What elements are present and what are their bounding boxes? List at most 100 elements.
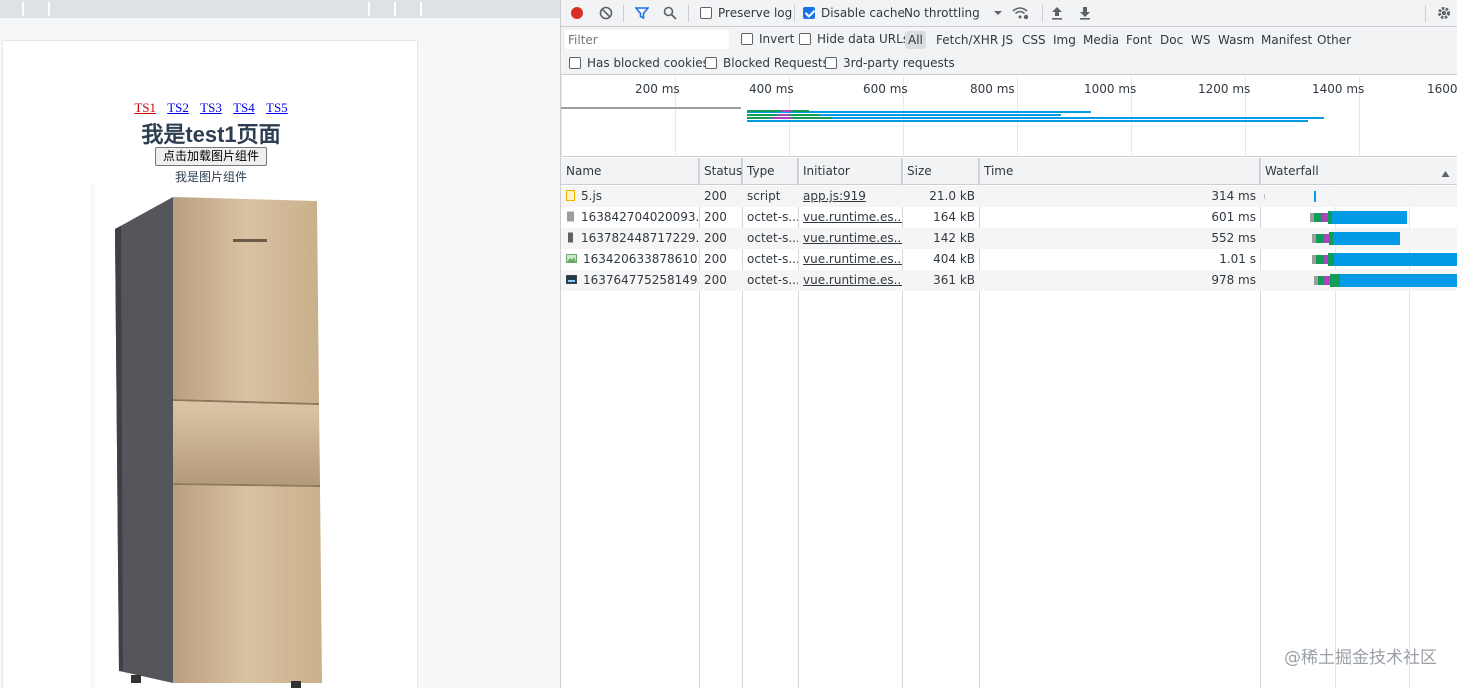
table-row[interactable]: 163764775258149... 200 octet-s... vue.ru…	[561, 270, 1457, 291]
third-party-label: 3rd-party requests	[843, 56, 955, 70]
request-initiator[interactable]: vue.runtime.es...	[798, 207, 902, 228]
binary-file-icon	[567, 211, 574, 222]
table-row[interactable]: 163420633878610... 200 octet-s... vue.ru…	[561, 249, 1457, 270]
request-size: 404 kB	[933, 252, 975, 266]
request-status: 200	[704, 189, 727, 203]
disable-cache-checkbox[interactable]	[803, 7, 815, 19]
request-name: 163420633878610...	[583, 252, 699, 266]
column-header-initiator[interactable]: Initiator	[798, 158, 902, 185]
clear-icon[interactable]	[594, 1, 618, 25]
filter-type-js[interactable]: JS	[1002, 31, 1013, 49]
waterfall-bar	[1312, 232, 1400, 245]
network-conditions-icon[interactable]	[1009, 1, 1033, 25]
import-har-icon[interactable]	[1045, 1, 1069, 25]
filter-type-ws[interactable]: WS	[1191, 31, 1210, 49]
export-har-icon[interactable]	[1073, 1, 1097, 25]
request-type: octet-s...	[747, 252, 798, 266]
page-title: 我是test1页面	[141, 122, 281, 147]
table-row[interactable]: 163842704020093... 200 octet-s... vue.ru…	[561, 207, 1457, 228]
request-status: 200	[704, 231, 727, 245]
request-size: 142 kB	[933, 231, 975, 245]
hide-data-urls-checkbox[interactable]	[799, 33, 811, 45]
request-type: octet-s...	[747, 231, 798, 245]
record-icon[interactable]	[565, 1, 589, 25]
filter-type-doc[interactable]: Doc	[1160, 31, 1183, 49]
column-header-name[interactable]: Name	[561, 158, 699, 185]
blocked-cookies-checkbox[interactable]	[569, 57, 581, 69]
filter-type-font[interactable]: Font	[1126, 31, 1152, 49]
request-name: 5.js	[581, 189, 603, 203]
request-type: octet-s...	[747, 210, 798, 224]
filter-type-other[interactable]: Other	[1317, 31, 1351, 49]
watermark: @稀土掘金技术社区	[1284, 648, 1437, 668]
page-viewport: TS1 TS2 TS3 TS4 TS5 我是test1页面 点击加载图片组件 我…	[2, 40, 418, 688]
filter-icon[interactable]	[630, 1, 654, 25]
nav-link-ts1[interactable]: TS1	[134, 100, 156, 115]
preserve-log-label: Preserve log	[718, 6, 793, 20]
hide-data-urls-label: Hide data URLs	[817, 32, 910, 46]
request-time: 601 ms	[1211, 210, 1256, 224]
filter-type-img[interactable]: Img	[1053, 31, 1076, 49]
column-header-size[interactable]: Size	[902, 158, 979, 185]
request-size: 361 kB	[933, 273, 975, 287]
column-header-status[interactable]: Status	[699, 158, 742, 185]
filter-type-all[interactable]: All	[905, 31, 926, 49]
filter-type-wasm[interactable]: Wasm	[1218, 31, 1254, 49]
disable-cache-label: Disable cache	[821, 6, 905, 20]
filter-type-fetch-xhr[interactable]: Fetch/XHR	[936, 31, 998, 49]
blocked-requests-checkbox[interactable]	[705, 57, 717, 69]
request-initiator[interactable]: vue.runtime.es...	[798, 228, 902, 249]
request-size: 164 kB	[933, 210, 975, 224]
third-party-checkbox[interactable]	[825, 57, 837, 69]
request-size: 21.0 kB	[929, 189, 975, 203]
column-header-time[interactable]: Time	[979, 158, 1260, 185]
request-time: 978 ms	[1211, 273, 1256, 287]
overview-bars	[561, 107, 1324, 122]
request-time: 1.01 s	[1219, 252, 1256, 266]
request-initiator[interactable]: vue.runtime.es...	[798, 270, 902, 291]
throttling-select[interactable]: No throttling	[904, 6, 980, 20]
request-type: octet-s...	[747, 273, 798, 287]
request-name: 163782448717229...	[581, 231, 699, 245]
search-icon[interactable]	[658, 1, 682, 25]
nav-link-ts4[interactable]: TS4	[233, 100, 255, 115]
request-type: script	[747, 189, 781, 203]
request-time: 552 ms	[1211, 231, 1256, 245]
filter-type-manifest[interactable]: Manifest	[1261, 31, 1312, 49]
column-header-waterfall[interactable]: Waterfall	[1260, 158, 1457, 185]
table-row[interactable]: 5.js 200 script app.js:919 21.0 kB 314 m…	[561, 186, 1457, 207]
request-name: 163764775258149...	[583, 273, 699, 287]
table-row[interactable]: 163782448717229... 200 octet-s... vue.ru…	[561, 228, 1457, 249]
network-toolbar: Preserve log Disable cache No throttling	[561, 0, 1457, 27]
blocked-cookies-label: Has blocked cookies	[587, 56, 709, 70]
waterfall-bar	[1314, 274, 1457, 287]
request-name: 163842704020093...	[581, 210, 699, 224]
chevron-down-icon[interactable]	[986, 1, 1010, 25]
sort-ascending-icon	[1441, 167, 1450, 181]
request-initiator[interactable]: app.js:919	[798, 186, 902, 207]
filter-bar: Invert Hide data URLs All Fetch/XHR JS C…	[561, 27, 1457, 52]
invert-checkbox[interactable]	[741, 33, 753, 45]
gear-icon[interactable]	[1432, 1, 1456, 25]
nav-link-ts3[interactable]: TS3	[200, 100, 222, 115]
filter-type-media[interactable]: Media	[1083, 31, 1119, 49]
binary-file-icon	[568, 232, 573, 243]
filter-type-css[interactable]: CSS	[1022, 31, 1046, 49]
waterfall-bar	[1310, 211, 1407, 224]
nav-link-ts2[interactable]: TS2	[167, 100, 189, 115]
column-header-type[interactable]: Type	[742, 158, 798, 185]
waterfall-bar	[1264, 191, 1316, 202]
requests-table-body: 5.js 200 script app.js:919 21.0 kB 314 m…	[561, 185, 1457, 688]
devtools-network-panel: Preserve log Disable cache No throttling…	[560, 0, 1457, 688]
network-overview-timeline[interactable]: 200 ms 400 ms 600 ms 800 ms 1000 ms 1200…	[561, 76, 1457, 157]
page-preview-pane: TS1 TS2 TS3 TS4 TS5 我是test1页面 点击加载图片组件 我…	[0, 0, 560, 688]
request-initiator[interactable]: vue.runtime.es...	[798, 249, 902, 270]
request-options-bar: Has blocked cookies Blocked Requests 3rd…	[561, 52, 1457, 75]
request-status: 200	[704, 252, 727, 266]
preserve-log-checkbox[interactable]	[700, 7, 712, 19]
load-image-component-button[interactable]: 点击加载图片组件	[155, 147, 267, 166]
filter-input[interactable]	[565, 30, 729, 49]
invert-label: Invert	[759, 32, 795, 46]
nav-link-ts5[interactable]: TS5	[266, 100, 288, 115]
image-file-icon	[566, 275, 577, 284]
